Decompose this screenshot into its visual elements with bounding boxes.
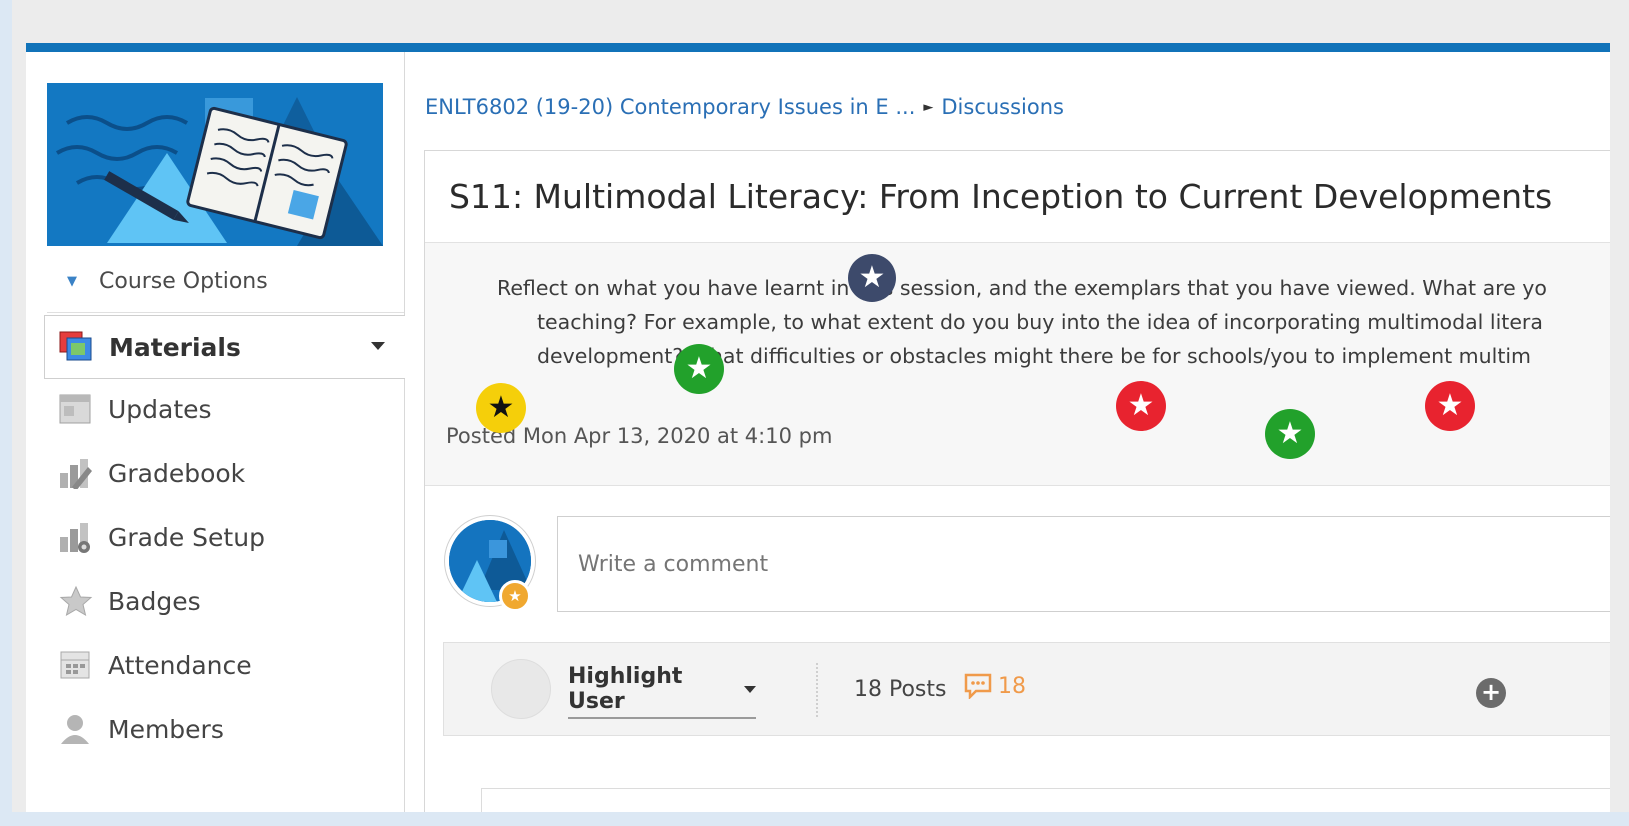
sidebar-item-label: Materials: [109, 332, 241, 362]
sidebar-item-label: Updates: [108, 394, 212, 424]
badges-icon: [58, 585, 94, 617]
breadcrumb-discussions-link[interactable]: Discussions: [941, 95, 1064, 119]
comment-input[interactable]: [557, 516, 1610, 612]
posts-count: 18 Posts: [854, 677, 947, 702]
breadcrumb-separator-icon: ►: [923, 99, 934, 115]
next-post-card: [481, 788, 1610, 812]
star-icon: ★: [1436, 388, 1464, 423]
chevron-down-icon[interactable]: [371, 342, 385, 350]
comments-count[interactable]: 18: [964, 673, 1026, 699]
discussion-body: Reflect on what you have learnt in this …: [425, 243, 1610, 486]
red-star-marker[interactable]: ★: [1116, 381, 1166, 431]
sidebar-item-label: Attendance: [108, 650, 252, 680]
breadcrumb-course-link[interactable]: ENLT6802 (19-20) Contemporary Issues in …: [425, 95, 915, 119]
breadcrumb: ENLT6802 (19-20) Contemporary Issues in …: [425, 92, 1064, 122]
star-icon: ★: [1127, 388, 1155, 423]
book-illustration-icon: [47, 83, 383, 246]
green-star-marker[interactable]: ★: [674, 344, 724, 394]
sidebar-item-badges[interactable]: Badges: [44, 569, 405, 633]
page-canvas: ▼ Course Options Materials Updates Grade…: [26, 52, 1610, 812]
sidebar-item-members[interactable]: Members: [44, 697, 405, 761]
caret-down-icon: ▼: [67, 273, 77, 289]
red-star-marker[interactable]: ★: [1425, 381, 1475, 431]
sidebar-item-label: Gradebook: [108, 458, 246, 488]
comment-area: ★ Highlight User 18 Posts 18 +: [425, 486, 1610, 812]
caret-down-icon: [744, 685, 756, 693]
course-options-label: Course Options: [99, 268, 268, 294]
highlight-user-label: Highlight User: [568, 664, 683, 714]
attendance-icon: [58, 649, 94, 681]
window-bottom-edge: [0, 812, 1629, 826]
highlight-user-dropdown[interactable]: Highlight User: [568, 661, 756, 719]
prompt-line: teaching? For example, to what extent do…: [537, 310, 1543, 334]
course-options-toggle[interactable]: ▼ Course Options: [47, 250, 404, 313]
star-icon: ★: [685, 351, 713, 386]
prompt-line: Reflect on what you have learnt in this …: [497, 276, 1547, 300]
sidebar-item-materials[interactable]: Materials: [44, 315, 405, 379]
discussion-title: S11: Multimodal Literacy: From Inception…: [425, 151, 1610, 243]
discussion-card: S11: Multimodal Literacy: From Inception…: [424, 150, 1610, 812]
sidebar-item-label: Grade Setup: [108, 522, 265, 552]
sidebar-item-label: Badges: [108, 586, 201, 616]
materials-icon: [59, 331, 95, 363]
comment-bubble-icon: [964, 673, 992, 699]
grade-setup-icon: [58, 521, 94, 553]
top-accent-bar: [26, 43, 1610, 52]
green-star-marker[interactable]: ★: [1265, 409, 1315, 459]
sidebar-item-grade-setup[interactable]: Grade Setup: [44, 505, 405, 569]
sidebar-item-gradebook[interactable]: Gradebook: [44, 441, 405, 505]
discussion-prompt: Reflect on what you have learnt in this …: [497, 271, 1610, 373]
sidebar-item-attendance[interactable]: Attendance: [44, 633, 405, 697]
divider: [816, 663, 818, 717]
highlight-user-avatar: [491, 659, 551, 719]
course-banner-image[interactable]: [47, 83, 383, 246]
sidebar-item-label: Members: [108, 714, 224, 744]
course-sidebar: ▼ Course Options Materials Updates Grade…: [26, 52, 405, 812]
prompt-line: development? What difficulties or obstac…: [537, 344, 1532, 368]
gradebook-icon: [58, 457, 94, 491]
yellow-star-marker[interactable]: ★: [476, 383, 526, 433]
sidebar-item-updates[interactable]: Updates: [44, 377, 405, 441]
star-icon: ★: [1276, 416, 1304, 451]
comments-count-value: 18: [998, 673, 1026, 699]
posts-filter-bar: Highlight User 18 Posts 18 +: [443, 642, 1610, 736]
avatar-badge-star-icon: ★: [499, 580, 531, 612]
star-icon: ★: [487, 390, 515, 425]
members-icon: [58, 713, 94, 745]
updates-icon: [58, 393, 94, 425]
navy-star-marker[interactable]: ★: [848, 254, 896, 302]
expand-all-plus-icon[interactable]: +: [1476, 678, 1506, 708]
star-icon: ★: [858, 260, 886, 295]
